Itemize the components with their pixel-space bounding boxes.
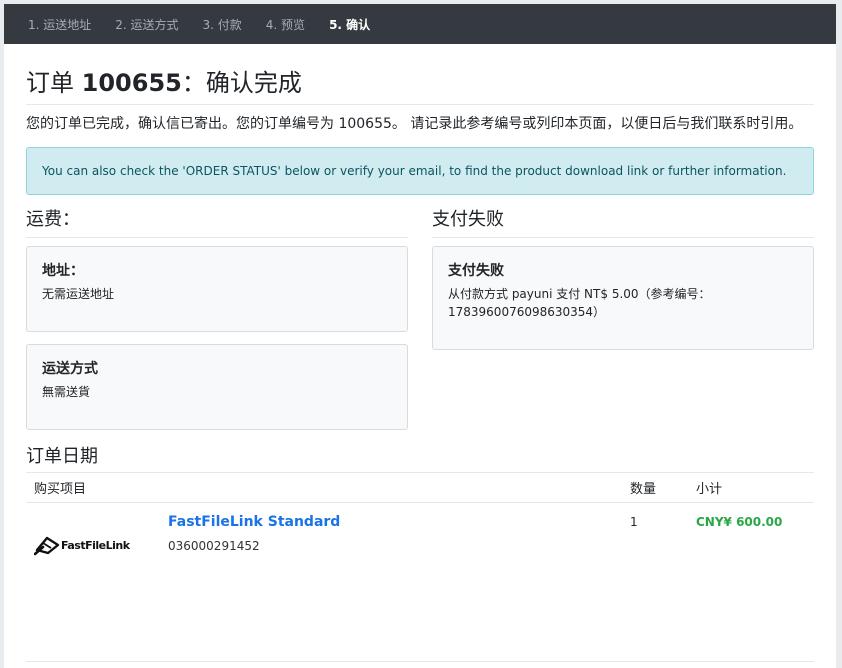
table-header-row: 购买项目 数量 小计	[26, 473, 814, 503]
product-logo-cell: FastFileLink	[26, 503, 160, 574]
address-text: 无需运送地址	[42, 287, 115, 301]
confirmation-page: 1. 运送地址 2. 运送方式 3. 付款 4. 预览 5. 确认 订单 100…	[4, 4, 836, 668]
product-logo: FastFileLink	[34, 527, 152, 563]
product-subtotal: CNY¥ 600.00	[696, 515, 783, 529]
table-row: FastFileLink FastFileLink Standard 03600…	[26, 503, 814, 574]
column-header-name	[160, 473, 622, 503]
product-sku: 036000291452	[168, 539, 260, 553]
step-payment[interactable]: 3. 付款	[203, 16, 242, 33]
payment-column: 支付失败 支付失败 从付款方式 payuni 支付 NT$ 5.00（参考编号：…	[432, 207, 814, 442]
payment-card-title: 支付失败	[448, 263, 504, 279]
checkout-steps: 1. 运送地址 2. 运送方式 3. 付款 4. 预览 5. 确认	[4, 4, 836, 44]
shipping-method-text: 無需送貨	[42, 385, 91, 399]
payment-card-text: 从付款方式 payuni 支付 NT$ 5.00（参考编号：1783960076…	[448, 287, 711, 319]
address-card: 地址： 无需运送地址	[26, 246, 408, 332]
page-title: 订单 100655：确认完成	[26, 44, 814, 105]
step-confirm: 5. 确认	[329, 17, 371, 32]
column-header-qty: 数量	[622, 473, 688, 503]
footer-divider	[26, 661, 814, 662]
column-header-item: 购买项目	[26, 473, 160, 503]
shipping-heading: 运费：	[26, 207, 408, 238]
product-info-cell: FastFileLink Standard 036000291452	[160, 503, 622, 574]
title-prefix: 订单	[26, 69, 82, 97]
share-link-icon	[34, 536, 60, 556]
order-items-table: 购买项目 数量 小计 FastFileLink FastFileLink Sta…	[26, 473, 814, 573]
shipping-method-title: 运送方式	[42, 361, 98, 377]
payment-card: 支付失败 从付款方式 payuni 支付 NT$ 5.00（参考编号：17839…	[432, 246, 814, 350]
product-logo-text: FastFileLink	[61, 538, 130, 552]
step-shipping-address[interactable]: 1. 运送地址	[28, 16, 91, 33]
payment-heading: 支付失败	[432, 207, 814, 238]
order-date-heading: 订单日期	[26, 444, 814, 473]
order-complete-message: 您的订单已完成，确认信已寄出。您的订单编号为 100655。 请记录此参考编号或…	[26, 116, 803, 132]
info-alert: You can also check the 'ORDER STATUS' be…	[26, 147, 814, 195]
step-shipping-method[interactable]: 2. 运送方式	[115, 16, 178, 33]
shipping-method-card: 运送方式 無需送貨	[26, 344, 408, 430]
column-header-subtotal: 小计	[688, 473, 814, 503]
step-preview[interactable]: 4. 预览	[266, 16, 305, 33]
address-title: 地址：	[42, 263, 84, 279]
order-number: 100655	[81, 69, 182, 97]
product-quantity: 1	[630, 515, 638, 529]
shipping-column: 运费： 地址： 无需运送地址 运送方式 無需送貨	[26, 207, 408, 442]
title-suffix: ：确认完成	[181, 69, 302, 97]
product-name-link[interactable]: FastFileLink Standard	[168, 513, 614, 531]
